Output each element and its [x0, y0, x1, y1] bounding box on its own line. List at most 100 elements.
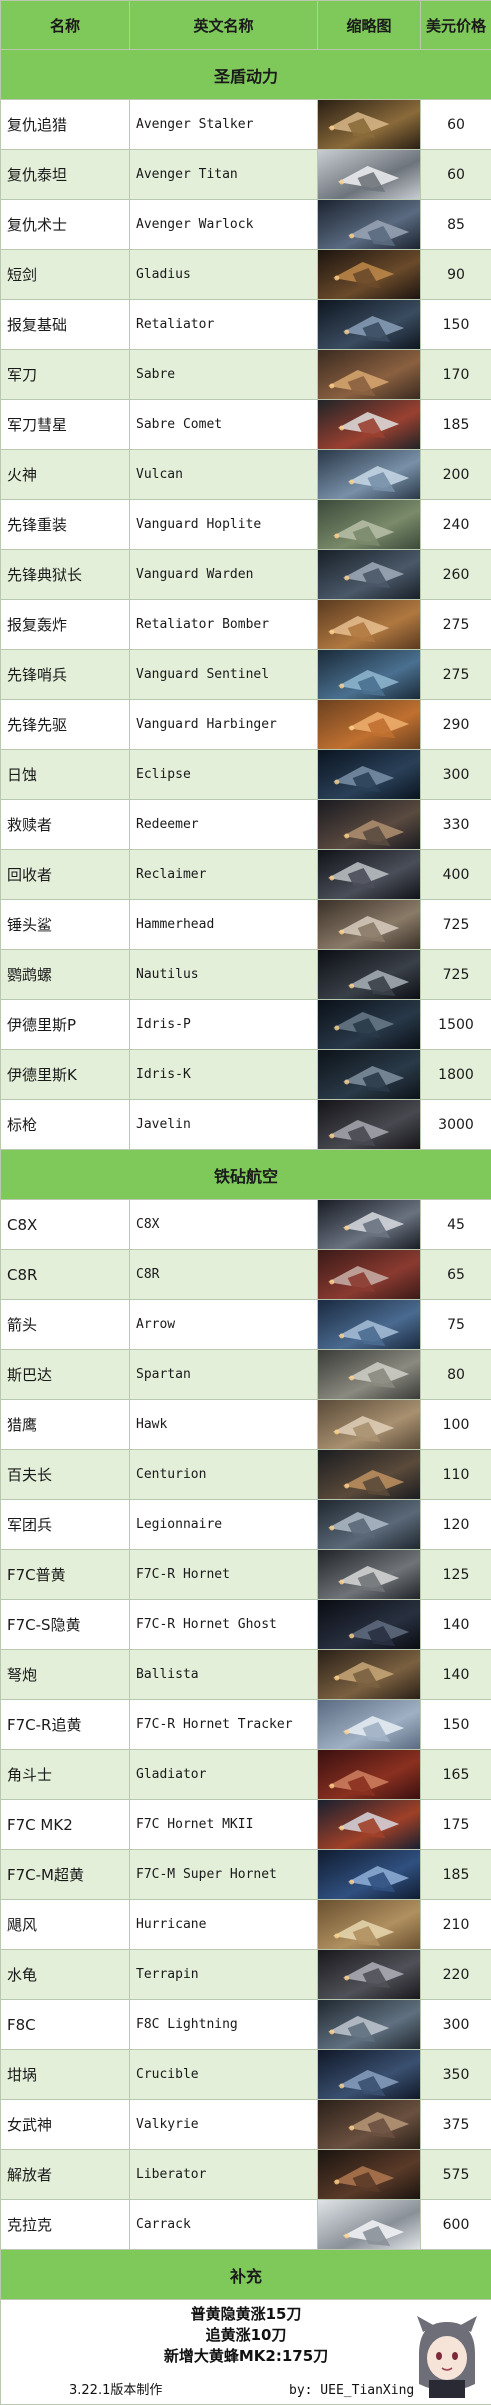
ship-price-table: 名称 英文名称 缩略图 美元价格 圣盾动力 复仇追猎 Avenger Stalk… [0, 0, 491, 2405]
ship-en-name: Vulcan [130, 450, 318, 500]
ship-price: 45 [421, 1200, 491, 1250]
ship-cn-name: 复仇追猎 [1, 100, 130, 150]
ship-thumbnail-image [318, 1400, 420, 1449]
ship-cn-name: 日蚀 [1, 750, 130, 800]
ship-price: 125 [421, 1550, 491, 1600]
ship-en-name: F7C-R Hornet Ghost [130, 1600, 318, 1650]
table-row: 短剑 Gladius 90 [1, 250, 491, 300]
table-row: 回收者 Reclaimer 400 [1, 850, 491, 900]
ship-price: 260 [421, 550, 491, 600]
table-row: 军刀 Sabre 170 [1, 350, 491, 400]
ship-thumbnail-image [318, 1600, 420, 1649]
ship-en-name: Eclipse [130, 750, 318, 800]
ship-price: 240 [421, 500, 491, 550]
ship-en-name: Vanguard Harbinger [130, 700, 318, 750]
ship-price: 100 [421, 1400, 491, 1450]
version-text: 3.22.1版本制作 [69, 2379, 162, 2398]
ship-thumbnail [318, 1250, 421, 1300]
ship-thumbnail [318, 1750, 421, 1800]
table-row: 先锋典狱长 Vanguard Warden 260 [1, 550, 491, 600]
ship-price: 185 [421, 1850, 491, 1900]
ship-price: 725 [421, 900, 491, 950]
ship-thumbnail-image [318, 2100, 420, 2149]
ship-cn-name: 先锋典狱长 [1, 550, 130, 600]
ship-thumbnail-image [318, 550, 420, 599]
ship-thumbnail-image [318, 1650, 420, 1699]
ship-en-name: Redeemer [130, 800, 318, 850]
table-row: 坩埚 Crucible 350 [1, 2050, 491, 2100]
table-row: 报复轰炸 Retaliator Bomber 275 [1, 600, 491, 650]
table-row: F7C-R追黄 F7C-R Hornet Tracker 150 [1, 1700, 491, 1750]
table-row: 女武神 Valkyrie 375 [1, 2100, 491, 2150]
ship-cn-name: 伊德里斯K [1, 1050, 130, 1100]
table-row: 斯巴达 Spartan 80 [1, 1350, 491, 1400]
ship-cn-name: 飓风 [1, 1900, 130, 1950]
ship-thumbnail [318, 1500, 421, 1550]
ship-en-name: Idris-K [130, 1050, 318, 1100]
ship-thumbnail-image [318, 2200, 420, 2249]
ship-price: 220 [421, 1950, 491, 2000]
ship-thumbnail-image [318, 350, 420, 399]
ship-thumbnail [318, 1950, 421, 2000]
ship-thumbnail-image [318, 1550, 420, 1599]
ship-thumbnail [318, 200, 421, 250]
table-row: 军刀彗星 Sabre Comet 185 [1, 400, 491, 450]
section-header-row: 铁砧航空 [1, 1150, 491, 1200]
ship-thumbnail [318, 1800, 421, 1850]
table-row: 锤头鲨 Hammerhead 725 [1, 900, 491, 950]
ship-price: 300 [421, 750, 491, 800]
table-row: 弩炮 Ballista 140 [1, 1650, 491, 1700]
ship-thumbnail [318, 750, 421, 800]
ship-cn-name: 军刀彗星 [1, 400, 130, 450]
ship-en-name: F7C Hornet MKII [130, 1800, 318, 1850]
ship-thumbnail [318, 900, 421, 950]
ship-cn-name: F7C-R追黄 [1, 1700, 130, 1750]
table-row: 标枪 Javelin 3000 [1, 1100, 491, 1150]
supplement-header-row: 补充 [1, 2250, 491, 2300]
ship-en-name: Liberator [130, 2150, 318, 2200]
ship-en-name: F7C-M Super Hornet [130, 1850, 318, 1900]
section-title: 铁砧航空 [1, 1150, 491, 1200]
ship-price: 350 [421, 2050, 491, 2100]
ship-price: 110 [421, 1450, 491, 1500]
ship-price: 3000 [421, 1100, 491, 1150]
ship-price: 120 [421, 1500, 491, 1550]
ship-cn-name: 弩炮 [1, 1650, 130, 1700]
ship-thumbnail-image [318, 1250, 420, 1299]
ship-thumbnail-image [318, 1900, 420, 1949]
table-row: 救赎者 Redeemer 330 [1, 800, 491, 850]
author-text: by: UEE_TianXing [289, 2383, 414, 2398]
ship-en-name: Hammerhead [130, 900, 318, 950]
ship-cn-name: 复仇泰坦 [1, 150, 130, 200]
ship-en-name: Retaliator Bomber [130, 600, 318, 650]
ship-en-name: Centurion [130, 1450, 318, 1500]
ship-cn-name: 百夫长 [1, 1450, 130, 1500]
table-row: 水龟 Terrapin 220 [1, 1950, 491, 2000]
ship-thumbnail-image [318, 650, 420, 699]
ship-thumbnail-image [318, 1300, 420, 1349]
ship-thumbnail-image [318, 1500, 420, 1549]
ship-cn-name: 报复基础 [1, 300, 130, 350]
ship-cn-name: 复仇术士 [1, 200, 130, 250]
table-row: 克拉克 Carrack 600 [1, 2200, 491, 2250]
ship-price: 80 [421, 1350, 491, 1400]
ship-price: 85 [421, 200, 491, 250]
header-row: 名称 英文名称 缩略图 美元价格 [1, 1, 491, 50]
ship-thumbnail-image [318, 100, 420, 149]
ship-thumbnail [318, 1000, 421, 1050]
ship-price: 575 [421, 2150, 491, 2200]
ship-cn-name: 锤头鲨 [1, 900, 130, 950]
ship-thumbnail-image [318, 1850, 420, 1899]
table-row: F7C普黄 F7C-R Hornet 125 [1, 1550, 491, 1600]
ship-thumbnail [318, 1850, 421, 1900]
ship-price: 200 [421, 450, 491, 500]
ship-en-name: Reclaimer [130, 850, 318, 900]
ship-en-name: Terrapin [130, 1950, 318, 2000]
ship-en-name: Avenger Titan [130, 150, 318, 200]
ship-thumbnail-image [318, 1200, 420, 1249]
ship-en-name: F7C-R Hornet [130, 1550, 318, 1600]
ship-thumbnail [318, 1650, 421, 1700]
ship-thumbnail-image [318, 1100, 420, 1149]
ship-thumbnail [318, 500, 421, 550]
ship-cn-name: 克拉克 [1, 2200, 130, 2250]
